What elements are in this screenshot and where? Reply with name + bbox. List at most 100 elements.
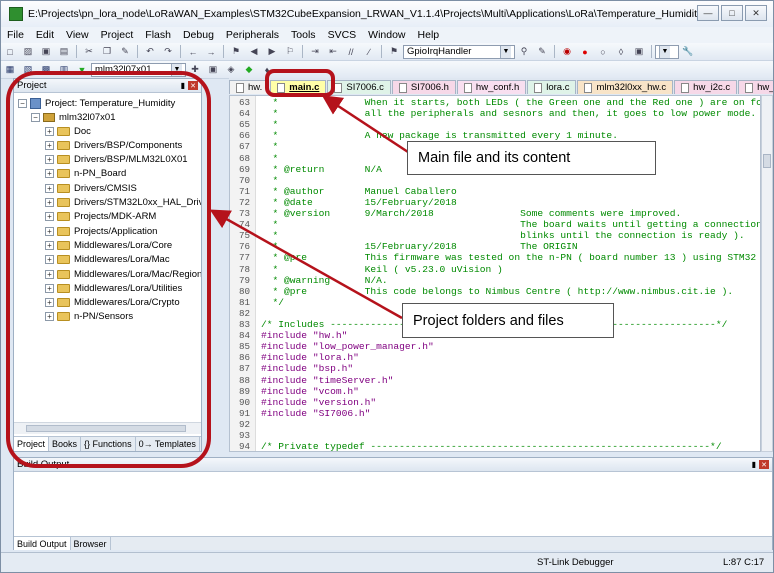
editor-tab[interactable]: SI7006.h [391, 80, 456, 94]
bookmark-icon[interactable]: ⚑ [229, 45, 243, 58]
line-number: 90 [238, 396, 250, 408]
menu-file[interactable]: File [1, 29, 30, 41]
line-number: 75 [238, 230, 250, 242]
code-text: * [261, 174, 279, 186]
tab-build-output[interactable]: Build Output [14, 537, 71, 550]
uncomment-icon[interactable]: ∕ [362, 45, 376, 58]
compile-icon[interactable]: ▦ [3, 63, 17, 76]
find-icon[interactable]: ⚲ [517, 45, 531, 58]
editor-tab[interactable]: SI7006.c [327, 80, 391, 94]
unindent-icon[interactable]: ⇤ [326, 45, 340, 58]
code-text: #include "timeServer.h" [261, 374, 394, 386]
editor-tab[interactable]: hw. [229, 80, 270, 94]
project-panel-highlight [6, 71, 211, 468]
title-bar: E:\Projects\pn_lora_node\LoRaWAN_Example… [1, 1, 773, 27]
file-icon [745, 82, 754, 93]
editor-tab[interactable]: hw_i2c.h [738, 80, 773, 94]
select-packs-icon[interactable]: ◆ [242, 63, 256, 76]
window-layout-combo[interactable]: ▼ [655, 44, 679, 59]
toolbar-separator [180, 45, 181, 58]
comment-icon[interactable]: // [344, 45, 358, 58]
copy-icon[interactable]: ❐ [100, 45, 114, 58]
undo-icon[interactable]: ↶ [143, 45, 157, 58]
menu-window[interactable]: Window [362, 29, 411, 41]
manage-runtime-icon[interactable]: ◈ [224, 63, 238, 76]
menu-view[interactable]: View [60, 29, 95, 41]
code-text: */ [261, 296, 285, 308]
toolbar-separator [651, 45, 652, 58]
line-number: 74 [238, 219, 250, 231]
file-icon [398, 82, 407, 93]
code-text: * all the peripherals and sesnors and th… [261, 108, 757, 120]
close-icon[interactable]: ✕ [759, 460, 769, 469]
code-text: * @date 15/February/2018 [261, 196, 457, 208]
breakpoint-icon[interactable]: ● [578, 45, 592, 58]
code-text: * The board waits until getting a connec… [272, 219, 761, 231]
debug-start-icon[interactable]: ◉ [560, 45, 574, 58]
find-in-files-icon[interactable]: ⚑ [387, 45, 401, 58]
scroll-thumb[interactable] [763, 154, 771, 168]
editor-tab-label: hw_i2c.c [693, 82, 731, 93]
editor-tab-label: hw_i2c.h [757, 82, 773, 93]
menu-svcs[interactable]: SVCS [322, 29, 363, 41]
line-number: 70 [238, 174, 250, 186]
line-number: 72 [238, 196, 250, 208]
nav-back-icon[interactable]: ← [186, 45, 200, 58]
minimize-button[interactable]: — [697, 5, 719, 21]
code-text: * @version 9/March/2018 Some comments we… [261, 208, 682, 219]
editor-tab[interactable]: hw_conf.h [456, 80, 527, 94]
redo-icon[interactable]: ↷ [161, 45, 175, 58]
new-file-icon[interactable]: □ [3, 45, 17, 58]
file-extensions-icon[interactable]: ▣ [206, 63, 220, 76]
callout-main-file: Main file and its content [407, 141, 656, 175]
status-cursor-position: L:87 C:17 [723, 557, 765, 568]
editor-tab[interactable]: mlm32l0xx_hw.c [577, 80, 674, 94]
menu-tools[interactable]: Tools [285, 29, 322, 41]
menu-debug[interactable]: Debug [177, 29, 220, 41]
nav-forward-icon[interactable]: → [204, 45, 218, 58]
disable-breakpoint-icon[interactable]: ○ [596, 45, 610, 58]
configure-icon[interactable]: 🔧 [681, 45, 695, 58]
code-text: * 15/February/2018 The ORIGIN [261, 241, 578, 253]
menu-peripherals[interactable]: Peripherals [220, 29, 285, 41]
code-text: * @author Manuel Caballero [261, 185, 457, 197]
pin-icon[interactable]: ▮ [752, 460, 756, 469]
line-number: 89 [238, 385, 250, 397]
save-icon[interactable]: ▣ [39, 45, 53, 58]
menu-flash[interactable]: Flash [139, 29, 177, 41]
line-number: 82 [238, 307, 250, 319]
clear-icon[interactable]: ▣ [632, 45, 646, 58]
menu-edit[interactable]: Edit [30, 29, 60, 41]
editor-vertical-scrollbar[interactable] [761, 95, 773, 452]
next-bookmark-icon[interactable]: ▶ [265, 45, 279, 58]
editor-tab[interactable]: hw_i2c.c [674, 80, 738, 94]
line-number: 93 [238, 430, 250, 441]
code-text: * Keil ( v5.23.0 uVision ) [261, 263, 503, 275]
editor-tab[interactable]: lora.c [527, 80, 577, 94]
cut-icon[interactable]: ✂ [82, 45, 96, 58]
status-bar: ST-Link Debugger L:87 C:17 [1, 552, 773, 572]
code-text: * [261, 141, 279, 153]
line-number: 79 [238, 274, 250, 286]
maximize-button[interactable]: □ [721, 5, 743, 21]
open-folder-icon[interactable]: ▨ [21, 45, 35, 58]
close-button[interactable]: ✕ [745, 5, 767, 21]
paste-icon[interactable]: ✎ [118, 45, 132, 58]
menu-help[interactable]: Help [412, 29, 446, 41]
code-text: * [261, 152, 279, 164]
prev-bookmark-icon[interactable]: ◀ [247, 45, 261, 58]
clear-bookmarks-icon[interactable]: ⚐ [283, 45, 297, 58]
kill-breakpoints-icon[interactable]: ◊ [614, 45, 628, 58]
menu-project[interactable]: Project [95, 29, 140, 41]
tab-browser[interactable]: Browser [71, 537, 111, 550]
callout-project-folders-text: Project folders and files [413, 312, 564, 329]
status-debugger: ST-Link Debugger [537, 557, 614, 568]
save-all-icon[interactable]: ▤ [57, 45, 71, 58]
incremental-find-icon[interactable]: ✎ [535, 45, 549, 58]
toolbar-separator [223, 45, 224, 58]
function-combo[interactable]: GpioIrqHandler ▼ [403, 44, 515, 59]
line-number: 91 [238, 407, 250, 419]
line-number: 68 [238, 152, 250, 164]
indent-icon[interactable]: ⇥ [308, 45, 322, 58]
line-number: 66 [238, 130, 250, 142]
